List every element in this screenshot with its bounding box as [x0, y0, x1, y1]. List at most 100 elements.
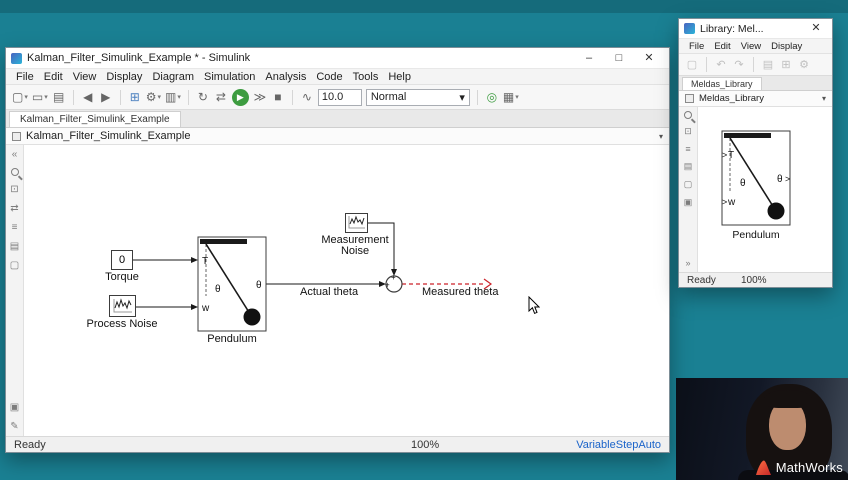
toolbar-separator	[706, 57, 707, 72]
expand-icon[interactable]: »	[685, 258, 690, 268]
library-close-button[interactable]: ✕	[805, 19, 827, 38]
refresh-button[interactable]: ↻	[196, 88, 210, 106]
menu-analysis[interactable]: Analysis	[260, 71, 311, 83]
save-button[interactable]: ▤	[52, 88, 66, 106]
compare-icon[interactable]: ⇄	[10, 203, 18, 214]
menu-display[interactable]: Display	[766, 41, 807, 52]
measurement-noise-block[interactable]	[345, 213, 368, 233]
annotation-icon[interactable]: ✎	[10, 421, 18, 432]
breadcrumb-dropdown-icon[interactable]: ▾	[822, 94, 826, 103]
caret-down-icon: ▾	[177, 94, 181, 101]
run-button[interactable]: ▶	[231, 88, 249, 106]
torque-block[interactable]: 0	[111, 250, 133, 270]
step-forward-button[interactable]: ≫	[253, 88, 267, 106]
stop-button[interactable]: ■	[271, 88, 285, 106]
actual-theta-label[interactable]: Actual theta	[300, 286, 358, 298]
zoom-level: 100%	[411, 438, 440, 451]
process-noise-label[interactable]: Process Noise	[87, 318, 158, 330]
menu-file[interactable]: File	[11, 71, 39, 83]
zoom-icon[interactable]	[684, 111, 692, 119]
menu-tools[interactable]: Tools	[348, 71, 384, 83]
back-button[interactable]: ◀	[81, 88, 95, 106]
blank-icon[interactable]: ▢	[10, 260, 19, 271]
open-button[interactable]: ▭ ▾	[32, 88, 48, 106]
port-label-theta-out: θ	[256, 280, 262, 291]
torque-value: 0	[118, 254, 126, 266]
redo-icon[interactable]: ↷	[732, 56, 746, 74]
desktop-top-strip	[0, 0, 848, 13]
breadcrumb-item[interactable]: Kalman_Filter_Simulink_Example	[26, 130, 190, 142]
status-text: Ready	[687, 274, 716, 286]
menu-simulation[interactable]: Simulation	[199, 71, 260, 83]
build-button[interactable]: ▦ ▾	[503, 88, 519, 106]
forward-button[interactable]: ▶	[99, 88, 113, 106]
measurement-noise-label-2[interactable]: Noise	[341, 245, 369, 257]
menu-file[interactable]: File	[684, 41, 709, 52]
gear-icon[interactable]: ⚙	[797, 56, 811, 74]
solver-name[interactable]: VariableStepAuto	[576, 439, 661, 451]
process-noise-block[interactable]	[109, 295, 136, 317]
caret-down-icon: ▾	[24, 94, 28, 101]
model-tab[interactable]: Kalman_Filter_Simulink_Example	[9, 111, 181, 127]
menu-edit[interactable]: Edit	[39, 71, 68, 83]
sim-stop-time-input[interactable]	[317, 88, 362, 106]
library-browser-button[interactable]: ⊞	[128, 88, 142, 106]
port-label-w: w	[201, 303, 210, 314]
new-model-button[interactable]: ▢ ▾	[12, 88, 28, 106]
library-canvas[interactable]: > T > w θ > θ Pendulum	[698, 107, 832, 272]
maximize-button[interactable]: □	[604, 49, 634, 68]
blank-icon[interactable]: ▢	[684, 179, 693, 190]
signal-line-measurement-noise[interactable]	[368, 222, 395, 270]
menu-code[interactable]: Code	[311, 71, 347, 83]
layers-icon[interactable]: ▤	[761, 56, 775, 74]
list-icon[interactable]: ≡	[685, 144, 690, 154]
undo-icon[interactable]: ↶	[714, 56, 728, 74]
zoom-icon[interactable]	[10, 168, 19, 176]
presenter-fringe	[764, 390, 812, 408]
frame-icon[interactable]: ▣	[10, 402, 19, 413]
caret-down-icon: ▾	[44, 94, 48, 101]
sim-mode-select[interactable]: Normal ▾	[365, 88, 470, 106]
gear-icon: ⚙	[145, 90, 157, 104]
update-diagram-button[interactable]: ◎	[485, 88, 499, 106]
layers-icon[interactable]: ▤	[684, 161, 693, 172]
torque-label[interactable]: Torque	[105, 271, 139, 283]
fit-view-icon[interactable]: ⊡	[684, 126, 692, 137]
measured-theta-label[interactable]: Measured theta	[422, 286, 498, 298]
mathworks-mark-icon	[755, 460, 771, 475]
breadcrumb-item[interactable]: Meldas_Library	[699, 93, 764, 104]
left-palette: « ⊡ ⇄ ≡ ▤ ▢ ▣ ✎	[6, 145, 24, 436]
pendulum-label[interactable]: Pendulum	[732, 229, 779, 241]
hide-browser-icon[interactable]: «	[12, 149, 18, 160]
compare-button[interactable]: ⇄	[214, 88, 228, 106]
menu-view[interactable]: View	[736, 41, 766, 52]
layers-icon[interactable]: ▤	[10, 241, 19, 252]
model-settings-button[interactable]: ⚙ ▾	[146, 88, 161, 106]
close-button[interactable]: ✕	[634, 49, 664, 68]
model-config-button[interactable]: ▥ ▾	[165, 88, 181, 106]
menu-help[interactable]: Help	[383, 71, 416, 83]
menu-diagram[interactable]: Diagram	[147, 71, 199, 83]
new-icon[interactable]: ▢	[685, 56, 699, 74]
menu-display[interactable]: Display	[101, 71, 147, 83]
menu-edit[interactable]: Edit	[709, 41, 735, 52]
simulink-library-icon	[684, 23, 695, 34]
toolbar-separator	[187, 89, 189, 105]
menu-view[interactable]: View	[68, 71, 102, 83]
library-diagram-layer: > T > w θ > θ	[721, 130, 791, 226]
port-label-w: w	[727, 197, 736, 208]
list-icon[interactable]: ≡	[12, 222, 18, 233]
minimize-button[interactable]: –	[574, 49, 604, 68]
library-tab[interactable]: Meldas_Library	[682, 77, 762, 90]
frame-icon[interactable]: ▣	[684, 197, 693, 208]
input-port-chevron: >	[722, 197, 727, 207]
statusbar: Ready 100% VariableStepAuto	[6, 436, 669, 452]
menubar: File Edit View Display Diagram Simulatio…	[6, 69, 669, 85]
library-statusbar: Ready 100%	[679, 272, 832, 287]
fit-view-icon[interactable]: ⊡	[10, 184, 18, 195]
pendulum-label[interactable]: Pendulum	[207, 333, 257, 345]
breadcrumb: Kalman_Filter_Simulink_Example ▾	[6, 128, 669, 145]
breadcrumb-dropdown-icon[interactable]: ▾	[659, 132, 663, 141]
library-browser-icon[interactable]: ⊞	[779, 56, 793, 74]
model-canvas[interactable]: T w θ θ + + 0 Torque Process Noise Pendu…	[24, 145, 669, 436]
